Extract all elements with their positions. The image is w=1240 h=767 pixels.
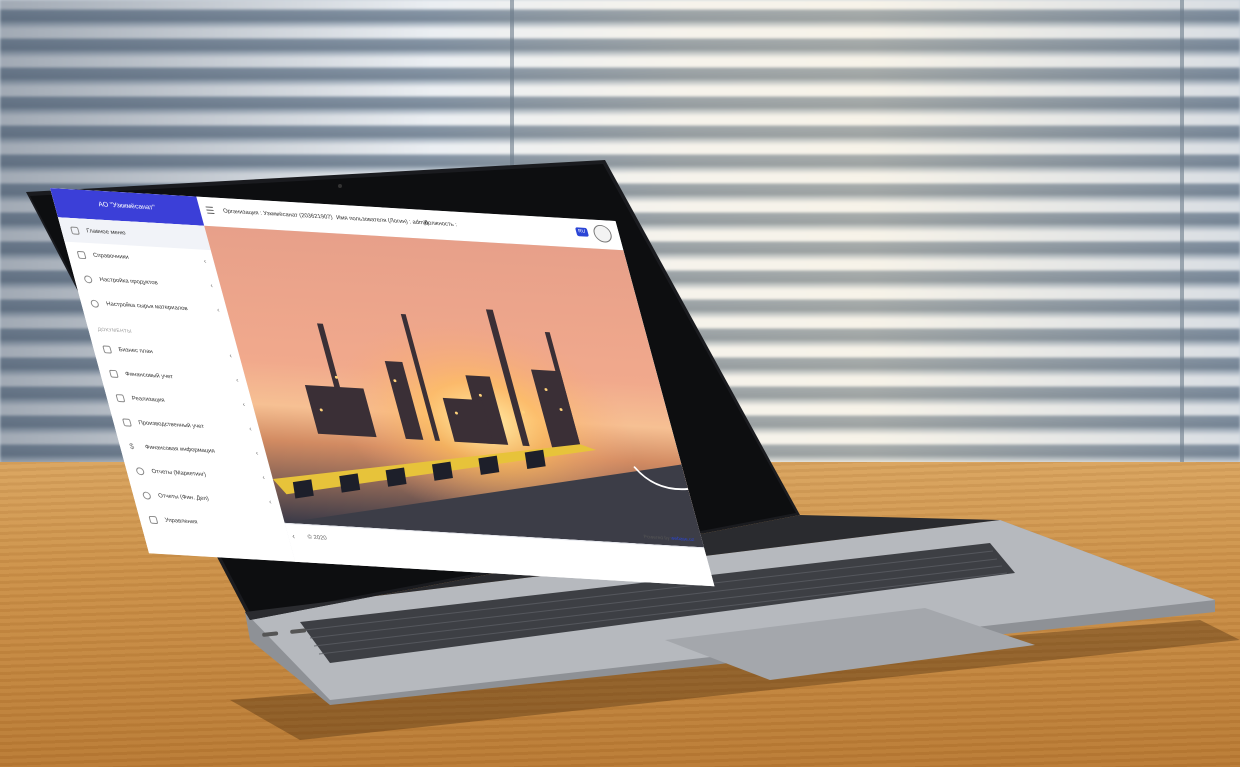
gear-icon [83, 274, 94, 284]
chevron-left-icon: ‹ [248, 425, 253, 433]
document-icon [121, 417, 132, 427]
collapse-sidebar-icon[interactable]: ‹ [291, 532, 296, 541]
gear-icon [89, 299, 100, 308]
chevron-left-icon: ‹ [203, 258, 208, 266]
sidebar-item-label: Отчеты (Фин. Деп) [157, 492, 210, 502]
chart-icon [141, 490, 152, 500]
settings-icon [148, 515, 159, 524]
document-icon [102, 344, 113, 354]
sidebar-item-label: Финансовый учет [124, 371, 174, 380]
sidebar-item-label: Производственный учет [137, 419, 205, 430]
chevron-left-icon: ‹ [268, 498, 273, 506]
position-info: Должность : [423, 220, 458, 229]
sidebar-item-label: Бизнес план [117, 346, 154, 355]
chevron-left-icon: ‹ [209, 282, 214, 290]
sidebar-item-label: Настройка продуктов [98, 276, 159, 286]
dollar-icon: $ [128, 441, 135, 451]
sidebar-item-label: Финансовая информация [144, 444, 216, 455]
document-icon [108, 369, 119, 378]
top-icons: RU [574, 223, 614, 244]
language-flag-icon[interactable]: RU [574, 227, 590, 237]
sidebar-item-label: Отчеты (Маркетинг) [150, 468, 207, 478]
sidebar-item-label: Настройка сырья материалов [105, 301, 189, 312]
sidebar-item-label: Управления [164, 517, 199, 525]
chevron-left-icon: ‹ [216, 306, 221, 314]
chevron-left-icon: ‹ [228, 352, 233, 360]
book-icon [76, 250, 87, 259]
refinery-illustration [204, 225, 704, 548]
chevron-left-icon: ‹ [235, 377, 240, 385]
chart-icon [135, 466, 146, 475]
organization-info: Организация : Узкимёсанат (203621907) [222, 208, 334, 221]
sidebar-item-label: Главное меню [85, 227, 127, 237]
sidebar-item-label: Справочники [92, 252, 130, 261]
sidebar-item-label: Реализация [131, 395, 166, 404]
home-icon [69, 226, 80, 235]
laptop-screen: АО "Узкимёсанат" ☰ Организация : Узкимёс… [50, 188, 715, 587]
username-info: Имя пользователя (Логин) : admin [335, 215, 430, 227]
user-avatar-icon[interactable] [591, 224, 614, 244]
hamburger-menu-icon[interactable]: ☰ [204, 206, 216, 217]
chevron-left-icon: ‹ [255, 450, 260, 458]
chevron-left-icon: ‹ [261, 474, 266, 482]
hero-image-refinery [204, 225, 704, 548]
copyright-text: © 2020 [307, 534, 328, 542]
chevron-left-icon: ‹ [241, 401, 247, 409]
document-icon [115, 393, 126, 402]
